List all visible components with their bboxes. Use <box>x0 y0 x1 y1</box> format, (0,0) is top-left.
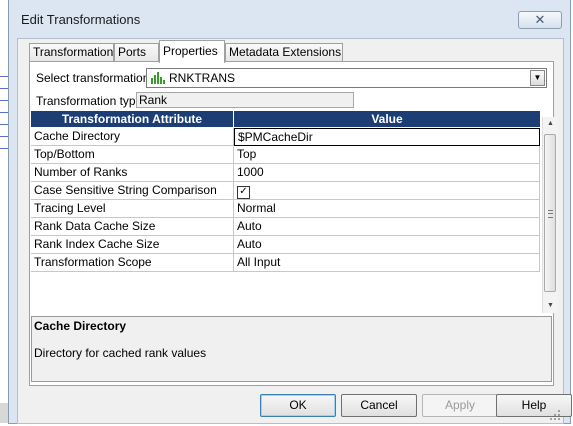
dropdown-arrow-button[interactable]: ▼ <box>530 70 545 86</box>
attribute-cell: Case Sensitive String Comparison <box>31 182 234 200</box>
tab-transformation[interactable]: Transformation <box>29 43 114 62</box>
attribute-cell: Transformation Scope <box>31 254 234 272</box>
value-cell[interactable]: Auto <box>234 218 540 236</box>
background-window-bar <box>0 403 8 423</box>
transformation-type-value: Rank <box>136 92 354 108</box>
value-cell[interactable]: 1000 <box>234 164 540 182</box>
background-window-lines <box>0 76 8 156</box>
tab-ports[interactable]: Ports <box>114 43 159 62</box>
tab-metadata-extensions[interactable]: Metadata Extensions <box>225 43 343 62</box>
value-cell[interactable]: ✓ <box>234 182 540 200</box>
chevron-down-icon: ▼ <box>533 73 542 82</box>
description-text: Directory for cached rank values <box>34 346 207 360</box>
table-row[interactable]: Case Sensitive String Comparison ✓ <box>31 182 540 200</box>
table-row[interactable]: Rank Data Cache Size Auto <box>31 218 540 236</box>
value-cell[interactable]: Normal <box>234 200 540 218</box>
table-row[interactable]: Transformation Scope All Input <box>31 254 540 272</box>
properties-panel: Select transformation: RNKTRANS ▼ Transf… <box>29 61 558 386</box>
value-cell-editor[interactable]: $PMCacheDir <box>234 128 540 146</box>
close-icon: ✕ <box>534 12 546 27</box>
scroll-down-icon[interactable]: ▼ <box>543 299 558 313</box>
value-cell[interactable]: All Input <box>234 254 540 272</box>
grip-icon <box>548 210 553 218</box>
select-transformation-label: Select transformation: <box>36 71 153 85</box>
description-title: Cache Directory <box>34 319 127 333</box>
dialog-client-area: Transformation Ports Properties Metadata… <box>17 38 572 424</box>
table-row[interactable]: Rank Index Cache Size Auto <box>31 236 540 254</box>
attribute-cell: Rank Data Cache Size <box>31 218 234 236</box>
table-row[interactable]: Number of Ranks 1000 <box>31 164 540 182</box>
resize-grip-icon[interactable] <box>549 409 561 421</box>
edit-transformations-dialog: Edit Transformations ✕ Transformation Po… <box>8 0 572 424</box>
apply-button[interactable]: Apply <box>422 394 498 417</box>
title-bar[interactable]: Edit Transformations ✕ <box>9 0 570 38</box>
value-cell[interactable]: Top <box>234 146 540 164</box>
select-transformation-combo[interactable]: RNKTRANS ▼ <box>146 68 547 88</box>
attribute-cell: Tracing Level <box>31 200 234 218</box>
value-cell[interactable]: Auto <box>234 236 540 254</box>
table-row[interactable]: Tracing Level Normal <box>31 200 540 218</box>
description-panel: Cache Directory Directory for cached ran… <box>31 316 552 382</box>
scroll-up-icon[interactable]: ▲ <box>543 117 558 131</box>
attribute-cell: Cache Directory <box>31 128 234 146</box>
close-button[interactable]: ✕ <box>518 11 562 29</box>
scrollbar-thumb[interactable] <box>544 134 556 292</box>
rank-transformation-icon <box>151 72 165 84</box>
column-header-value[interactable]: Value <box>234 111 540 127</box>
attribute-cell: Number of Ranks <box>31 164 234 182</box>
selected-transformation-value: RNKTRANS <box>169 71 236 85</box>
table-row[interactable]: Top/Bottom Top <box>31 146 540 164</box>
grid-vertical-scrollbar[interactable]: ▲ ▼ <box>542 117 558 313</box>
column-header-attribute[interactable]: Transformation Attribute <box>31 111 234 127</box>
case-sensitive-checkbox[interactable]: ✓ <box>237 186 250 199</box>
attribute-cell: Top/Bottom <box>31 146 234 164</box>
transformation-type-label: Transformation type: <box>36 94 146 108</box>
tab-properties[interactable]: Properties <box>159 40 225 63</box>
attribute-cell: Rank Index Cache Size <box>31 236 234 254</box>
window-title: Edit Transformations <box>21 12 141 27</box>
table-row[interactable]: Cache Directory $PMCacheDir <box>31 128 540 146</box>
properties-grid: Transformation Attribute Value Cache Dir… <box>31 111 542 307</box>
ok-button[interactable]: OK <box>260 394 336 417</box>
cancel-button[interactable]: Cancel <box>341 394 417 417</box>
